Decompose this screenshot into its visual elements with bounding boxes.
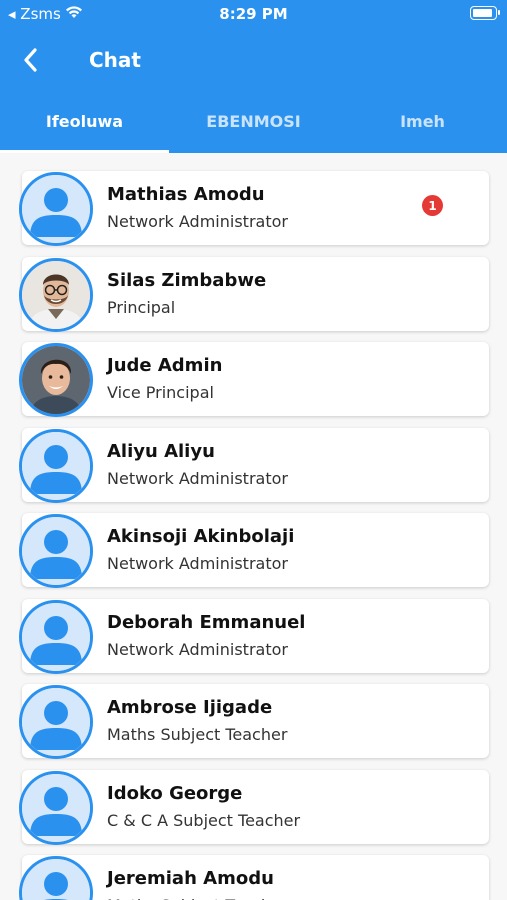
contact-list[interactable]: Mathias Amodu Network Administrator 1 Silas… [0,153,507,900]
battery-fill [473,9,492,17]
default-avatar-icon [19,428,93,503]
contact-role: Maths Subject Teacher [107,725,288,744]
contact-name: Ambrose Ijigade [107,697,273,718]
contact-card[interactable]: Mathias Amodu Network Administrator 1 [19,171,489,246]
contact-role: Maths Subject Teacher [107,896,287,900]
status-bar: ◂ Zsms 8:29 PM [0,0,507,28]
tab-ifeoluwa[interactable]: Ifeoluwa [0,98,169,153]
status-time: 8:29 PM [219,5,288,23]
contact-role: C & C A Subject Teacher [107,810,301,830]
contact-card[interactable]: Akinsoji Akinbolaji Network Administrator [19,513,489,588]
contact-card[interactable]: Jeremiah Amodu Maths Subject Teacher [19,855,489,900]
app-header: ◂ Zsms 8:29 PM Chat Ifeoluwa EBENMOSI Imeh [0,0,507,153]
tab-ebenmosi[interactable]: EBENMOSI [169,98,338,153]
contact-name: Jude Admin [107,355,223,376]
default-avatar-icon [19,770,93,845]
default-avatar-icon [19,514,93,588]
back-button[interactable] [14,44,46,76]
default-avatar-icon [19,172,93,246]
contact-card[interactable]: Aliyu Aliyu Network Administrator [19,427,489,503]
unread-badge: 1 [422,195,443,216]
contact-card[interactable]: Deborah Emmanuel Network Administrator [19,598,489,674]
contact-card[interactable]: Silas Zimbabwe Principal [19,256,489,332]
contact-role: Vice Principal [107,383,214,402]
contact-card[interactable]: Ambrose Ijigade Maths Subject Teacher [19,684,489,759]
contact-card[interactable]: Idoko George C & C A Subject Teacher [19,769,489,845]
tab-imeh[interactable]: Imeh [338,98,507,153]
contact-name: Deborah Emmanuel [107,611,306,633]
contact-role: Network Administrator [107,468,288,488]
avatar-photo [19,343,93,417]
contact-role: Network Administrator [107,639,288,659]
default-avatar-icon [19,856,93,900]
contact-name: Jeremiah Amodu [107,868,274,889]
contact-name: Idoko George [107,782,243,804]
contact-card[interactable]: Jude Admin Vice Principal [19,342,489,417]
chevron-left-icon [24,48,37,72]
contact-name: Akinsoji Akinbolaji [107,526,295,547]
avatar-photo [19,257,93,332]
contact-name: Aliyu Aliyu [107,440,215,462]
tab-bar: Ifeoluwa EBENMOSI Imeh [0,98,507,153]
default-avatar-icon [19,599,93,674]
default-avatar-icon [19,685,93,759]
contact-name: Silas Zimbabwe [107,269,267,291]
contact-role: Principal [107,297,176,317]
contact-role: Network Administrator [107,554,288,573]
page-title: Chat [89,48,141,72]
battery-icon [470,6,500,20]
contact-name: Mathias Amodu [107,184,265,205]
contact-role: Network Administrator [107,212,288,231]
